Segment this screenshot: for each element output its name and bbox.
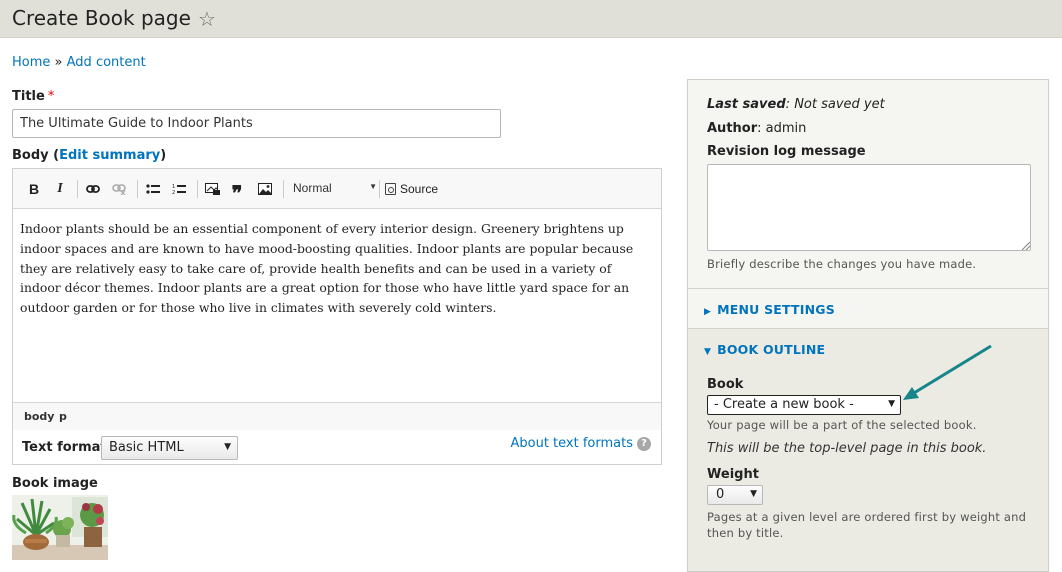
paragraph-format-value: Normal (293, 181, 332, 195)
numbered-list-icon: 12 (172, 184, 186, 195)
triangle-down-icon: ▼ (704, 347, 712, 357)
page-header: Create Book page ☆ (0, 0, 1062, 38)
about-text-formats-label: About text formats (510, 436, 633, 451)
body-close-paren: ) (160, 148, 167, 163)
unlink-icon (112, 184, 126, 195)
link-icon (86, 185, 100, 193)
triangle-right-icon: ▶ (704, 307, 712, 317)
weight-select[interactable]: 0 ▼ (707, 485, 763, 505)
author-label: Author (707, 121, 758, 136)
annotation-arrow-icon (903, 344, 992, 400)
meta-section: Last saved: Not saved yet Author: admin … (688, 80, 1048, 288)
source-button[interactable]: Source (385, 178, 438, 200)
author-line: Author: admin (707, 121, 807, 136)
revision-log-textarea[interactable] (707, 164, 1031, 251)
element-path-body[interactable]: body (24, 410, 54, 423)
chevron-down-icon: ▼ (750, 489, 757, 499)
toolbar-divider (137, 180, 138, 198)
breadcrumb-separator: » (54, 55, 63, 70)
page-title: Create Book page (12, 6, 191, 30)
sidebar-meta: Last saved: Not saved yet Author: admin … (687, 79, 1049, 572)
picture-icon (258, 183, 272, 195)
weight-help-text: Pages at a given level are ordered first… (707, 510, 1027, 540)
book-outline-toggle[interactable]: ▼ BOOK OUTLINE (704, 342, 825, 357)
toolbar-divider (197, 180, 198, 198)
image-icon (205, 182, 220, 195)
book-image-label: Book image (12, 476, 98, 491)
last-saved-label: Last saved (707, 97, 786, 112)
help-icon: ? (637, 436, 651, 451)
breadcrumb: Home » Add content (12, 55, 146, 70)
bulleted-list-button[interactable] (143, 178, 163, 200)
author-value: admin (765, 121, 807, 136)
last-saved-line: Last saved: Not saved yet (707, 97, 885, 112)
book-image-thumbnail[interactable] (12, 495, 108, 560)
title-label-text: Title (12, 89, 45, 104)
last-saved-value: Not saved yet (794, 97, 885, 112)
plants-photo-icon (12, 495, 108, 560)
book-select-value: - Create a new book - (714, 397, 854, 412)
toolbar-divider (283, 180, 284, 198)
resize-grip-icon[interactable] (1022, 242, 1030, 250)
image-button[interactable] (203, 178, 223, 200)
link-button[interactable] (83, 178, 103, 200)
blockquote-button[interactable]: ❞ (227, 178, 247, 205)
element-path-bar: body p (13, 402, 661, 430)
chevron-down-icon: ▼ (369, 182, 377, 191)
text-format-label: Text format (22, 440, 107, 455)
menu-settings-section: ▶ MENU SETTINGS (688, 288, 1048, 328)
editor-content[interactable]: Indoor plants should be an essential com… (20, 219, 650, 318)
book-help-text: Your page will be a part of the selected… (707, 418, 977, 432)
element-path-p[interactable]: p (59, 410, 67, 423)
weight-select-value: 0 (716, 487, 725, 502)
paragraph-format-dropdown[interactable]: Normal ▼ (291, 178, 377, 200)
toolbar-divider (379, 180, 380, 198)
title-input[interactable] (12, 109, 501, 138)
editor-toolbar: B I 12 ❞ Normal ▼ Source (13, 169, 661, 209)
revision-log-label: Revision log message (707, 144, 866, 159)
chevron-down-icon: ▼ (888, 399, 895, 409)
bulleted-list-icon (146, 184, 160, 194)
numbered-list-button[interactable]: 12 (169, 178, 189, 200)
required-mark: * (47, 89, 55, 104)
book-top-level-note: This will be the top-level page in this … (707, 441, 987, 456)
insert-picture-button[interactable] (255, 178, 275, 200)
italic-button[interactable]: I (51, 178, 69, 200)
breadcrumb-add-content-link[interactable]: Add content (67, 55, 146, 70)
toolbar-divider (77, 180, 78, 198)
book-outline-label: BOOK OUTLINE (717, 342, 826, 357)
menu-settings-toggle[interactable]: ▶ MENU SETTINGS (704, 302, 835, 317)
body-label: Body (Edit summary) (12, 148, 166, 163)
body-editor: B I 12 ❞ Normal ▼ Source Indoor plants s… (12, 168, 662, 430)
title-label: Title * (12, 89, 54, 104)
book-select[interactable]: - Create a new book - ▼ (707, 395, 901, 415)
breadcrumb-home-link[interactable]: Home (12, 55, 50, 70)
svg-text:2: 2 (172, 190, 175, 195)
revision-log-help: Briefly describe the changes you have ma… (707, 257, 977, 271)
source-icon (385, 183, 396, 195)
about-text-formats-link[interactable]: About text formats ? (510, 436, 651, 451)
text-format-value: Basic HTML (109, 440, 184, 455)
source-label: Source (400, 182, 439, 196)
unlink-button[interactable] (109, 178, 129, 200)
bold-button[interactable]: B (25, 178, 43, 200)
menu-settings-label: MENU SETTINGS (717, 302, 835, 317)
star-icon[interactable]: ☆ (198, 7, 216, 31)
book-label: Book (707, 377, 744, 392)
chevron-down-icon: ▼ (224, 442, 231, 452)
weight-label: Weight (707, 467, 759, 482)
edit-summary-link[interactable]: Edit summary (59, 148, 160, 163)
text-format-wrapper: Text format Basic HTML ▼ About text form… (12, 430, 662, 465)
body-label-text: Body (12, 148, 49, 163)
text-format-select[interactable]: Basic HTML ▼ (101, 436, 238, 460)
